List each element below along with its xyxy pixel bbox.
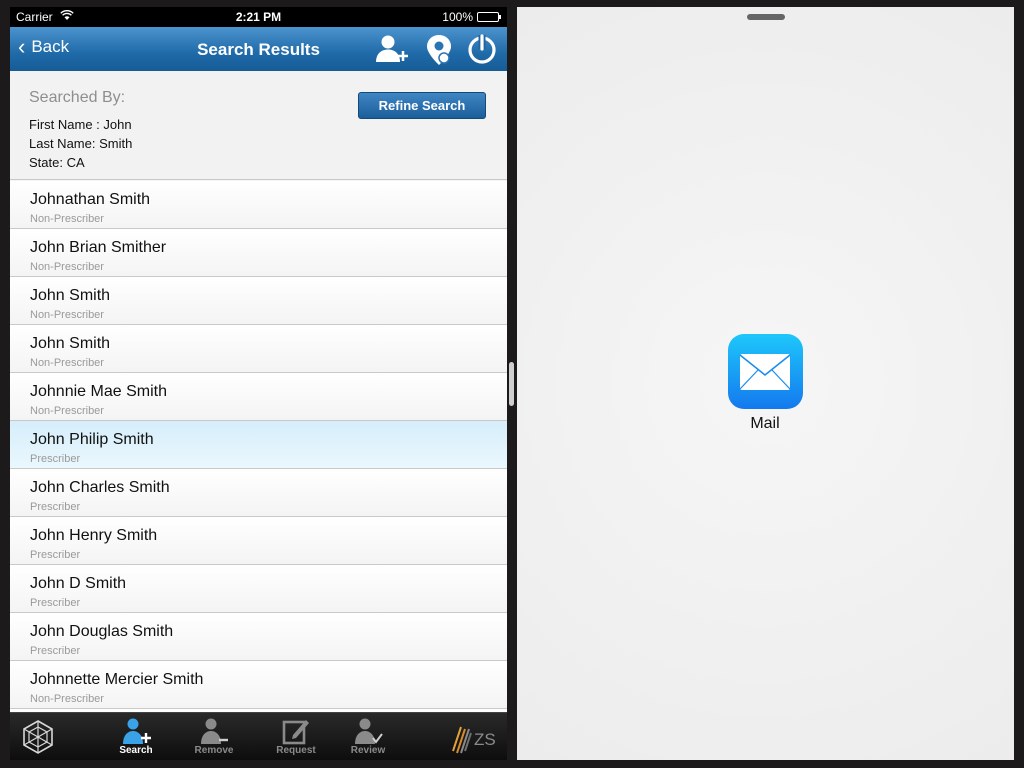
person-add-icon xyxy=(106,717,166,745)
app-logo-icon[interactable] xyxy=(20,719,56,755)
result-name: Johnnette Mercier Smith xyxy=(30,671,204,688)
add-person-icon[interactable] xyxy=(374,33,410,65)
list-item[interactable]: Johnnette Mercier Smith Non-Prescriber xyxy=(10,661,507,709)
list-item[interactable]: John Smith Non-Prescriber xyxy=(10,277,507,325)
mail-app-launcher[interactable]: Mail xyxy=(723,334,807,433)
criteria-state: State: CA xyxy=(29,155,85,170)
result-name: John D Smith xyxy=(30,575,127,592)
list-item[interactable]: John Douglas Smith Prescriber xyxy=(10,613,507,661)
result-name: John Smith xyxy=(30,287,111,304)
result-type: Non-Prescriber xyxy=(30,309,104,321)
edit-icon xyxy=(266,717,326,745)
location-pin-icon[interactable] xyxy=(423,33,459,65)
list-item[interactable]: Johnathan Smith Non-Prescriber xyxy=(10,181,507,229)
tab-label: Review xyxy=(350,745,386,756)
refine-search-button[interactable]: Refine Search xyxy=(358,92,486,119)
result-name: Johnnie Mae Smith xyxy=(30,383,167,400)
criteria-last-name: Last Name: Smith xyxy=(29,136,133,151)
mail-icon xyxy=(727,334,803,409)
tab-request[interactable]: Request xyxy=(266,717,326,760)
result-type: Non-Prescriber xyxy=(30,405,104,417)
zs-logo-text: ZS xyxy=(474,730,496,749)
person-check-icon xyxy=(338,717,398,745)
power-icon[interactable] xyxy=(466,33,502,65)
result-name: Johnathan Smith xyxy=(30,191,151,208)
secondary-pane: Mail xyxy=(517,7,1014,760)
result-type: Non-Prescriber xyxy=(30,261,104,273)
result-name: John Douglas Smith xyxy=(30,623,174,640)
result-type: Non-Prescriber xyxy=(30,213,104,225)
result-name: John Smith xyxy=(30,335,111,352)
tab-remove[interactable]: Remove xyxy=(184,717,244,760)
tab-label: Remove xyxy=(194,745,234,756)
tab-bar: Search Remove Request Review ZS xyxy=(10,712,507,760)
person-remove-icon xyxy=(184,717,244,745)
list-item[interactable]: John Henry Smith Prescriber xyxy=(10,517,507,565)
list-item[interactable]: John Smith Non-Prescriber xyxy=(10,325,507,373)
list-item[interactable]: Johnnie Mae Smith Non-Prescriber xyxy=(10,373,507,421)
battery-icon xyxy=(477,12,501,22)
searched-by-heading: Searched By: xyxy=(29,89,126,106)
list-item[interactable]: John Brian Smither Non-Prescriber xyxy=(10,229,507,277)
result-type: Prescriber xyxy=(30,453,81,465)
clock: 2:21 PM xyxy=(235,10,282,24)
result-type: Non-Prescriber xyxy=(30,357,104,369)
result-name: John Brian Smither xyxy=(30,239,167,256)
result-type: Prescriber xyxy=(30,549,81,561)
status-bar: Carrier 2:21 PM 100% xyxy=(10,7,507,27)
split-view-divider[interactable] xyxy=(509,362,514,406)
criteria-first-name: First Name : John xyxy=(29,117,132,132)
tab-label: Request xyxy=(276,745,316,756)
result-name: John Philip Smith xyxy=(30,431,154,448)
list-item[interactable]: John Charles Smith Prescriber xyxy=(10,469,507,517)
tab-search[interactable]: Search xyxy=(106,717,166,760)
navigation-bar: ‹ Back Search Results xyxy=(10,27,507,71)
tab-label: Search xyxy=(119,745,153,756)
result-type: Prescriber xyxy=(30,597,81,609)
result-type: Prescriber xyxy=(30,645,81,657)
tab-review[interactable]: Review xyxy=(338,717,398,760)
list-item[interactable]: John D Smith Prescriber xyxy=(10,565,507,613)
results-list[interactable]: Johnathan Smith Non-Prescriber John Bria… xyxy=(10,181,507,712)
search-criteria-panel: Searched By: First Name : John Last Name… xyxy=(10,71,507,180)
app-label: Mail xyxy=(750,415,780,432)
result-name: John Charles Smith xyxy=(30,479,170,496)
result-type: Prescriber xyxy=(30,501,81,513)
result-type: Non-Prescriber xyxy=(30,693,104,705)
zs-logo-icon: ZS xyxy=(451,721,497,755)
app-pane: Carrier 2:21 PM 100% ‹ Back Search Resul… xyxy=(10,7,507,760)
pull-down-handle[interactable] xyxy=(747,14,785,20)
result-name: John Henry Smith xyxy=(30,527,158,544)
battery-percent: 100% xyxy=(442,10,473,24)
list-item-selected[interactable]: John Philip Smith Prescriber xyxy=(10,421,507,469)
